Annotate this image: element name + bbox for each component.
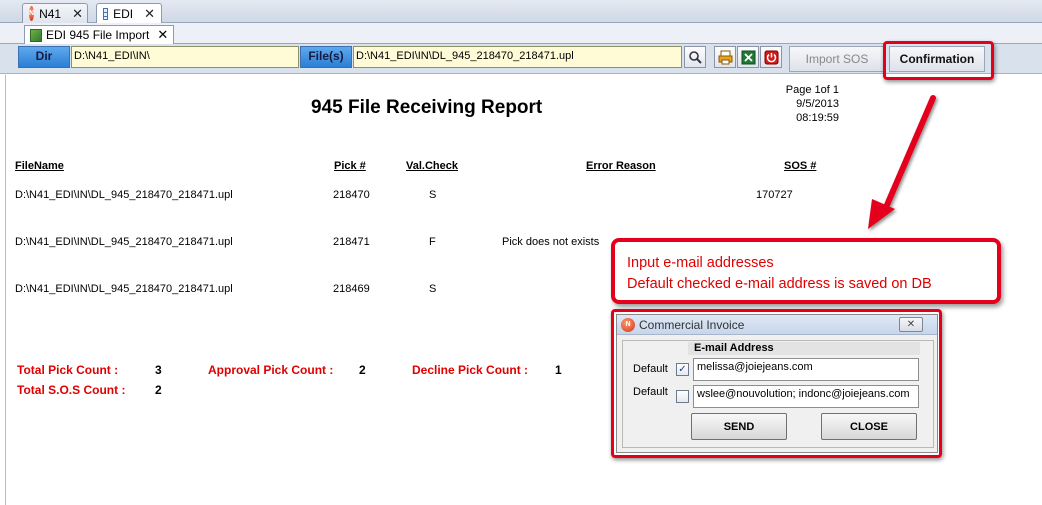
app-logo-icon: N [621, 317, 635, 332]
close-button[interactable]: CLOSE [821, 413, 917, 440]
callout-line-2: Default checked e-mail address is saved … [627, 276, 932, 292]
email-field[interactable]: melissa@joiejeans.com [693, 358, 919, 381]
default-label: Default [633, 363, 668, 375]
default-checkbox-checked[interactable]: ✓ [676, 363, 689, 376]
dialog-title-bar: N Commercial Invoice [617, 315, 937, 335]
email-list-panel: E-mail Address Default ✓ melissa@joiejea… [622, 340, 934, 448]
default-label: Default [633, 386, 668, 398]
send-button[interactable]: SEND [691, 413, 787, 440]
close-icon: ✕ [906, 319, 916, 330]
email-field[interactable]: wslee@nouvolution; indonc@joiejeans.com [693, 385, 919, 408]
callout-line-1: Input e-mail addresses [627, 255, 774, 271]
annotation-callout: Input e-mail addresses Default checked e… [611, 238, 1001, 304]
commercial-invoice-dialog: N Commercial Invoice ✕ E-mail Address De… [616, 314, 938, 453]
dialog-close-button[interactable]: ✕ [899, 317, 923, 332]
email-column-header: E-mail Address [688, 342, 920, 355]
dialog-title: Commercial Invoice [639, 317, 745, 332]
default-checkbox[interactable] [676, 390, 689, 403]
